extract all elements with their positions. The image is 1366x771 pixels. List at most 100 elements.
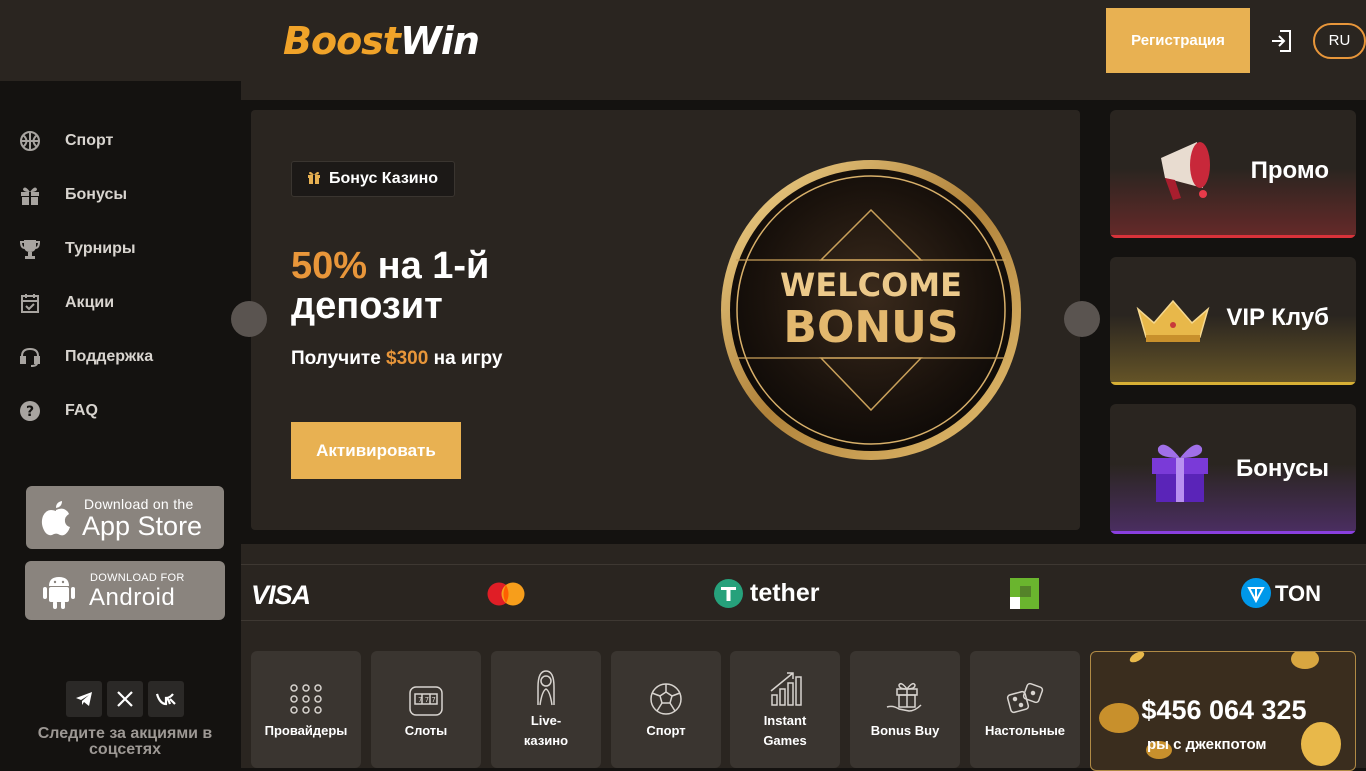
- jackpot-card[interactable]: $456 064 325 ры с джекпотом: [1090, 651, 1356, 771]
- register-button[interactable]: Регистрация: [1106, 8, 1250, 73]
- telegram-icon[interactable]: [66, 681, 102, 717]
- category-label: Настольные: [984, 723, 1066, 738]
- category-label: Instant Games: [730, 711, 840, 751]
- category-slots[interactable]: 7 7 7 Слоты: [371, 651, 481, 768]
- calendar-check-icon: [19, 292, 41, 314]
- android-small-text: DOWNLOAD FOR: [90, 572, 185, 584]
- category-instant-games[interactable]: Instant Games: [730, 651, 840, 768]
- gift-icon: [19, 184, 41, 206]
- logo[interactable]: BoostWin: [283, 18, 480, 64]
- apple-icon: [40, 500, 72, 541]
- android-big-text: Android: [89, 584, 176, 611]
- divider: [241, 564, 1366, 565]
- category-label-line2: казино: [523, 733, 569, 748]
- svg-text:7 7 7: 7 7 7: [418, 696, 436, 704]
- sidebar-item-bonuses[interactable]: Бонусы: [0, 175, 241, 215]
- card-accent-line: [1110, 382, 1356, 385]
- logo-win: Win: [399, 19, 480, 63]
- sidebar-item-faq[interactable]: ? FAQ: [0, 391, 241, 431]
- bonuses-card[interactable]: Бонусы: [1110, 404, 1356, 534]
- carousel-next-button[interactable]: [1064, 301, 1100, 337]
- category-label: Слоты: [404, 723, 448, 738]
- promo-card[interactable]: Промо: [1110, 110, 1356, 238]
- sidebar-item-label: FAQ: [65, 402, 98, 419]
- banner-title: 50% на 1-й депозит: [291, 246, 611, 326]
- card-accent-line: [1110, 531, 1356, 534]
- sidebar-item-label: Турниры: [65, 240, 136, 257]
- vk-icon[interactable]: [148, 681, 184, 717]
- banner-title-highlight: 50%: [291, 245, 368, 287]
- jackpot-amount: $456 064 325: [1141, 695, 1307, 725]
- category-table-games[interactable]: Настольные: [970, 651, 1080, 768]
- svg-text:BONUS: BONUS: [783, 302, 958, 353]
- category-sport[interactable]: Спорт: [611, 651, 721, 768]
- card-accent-line: [1110, 235, 1356, 238]
- crown-icon: [1136, 299, 1210, 348]
- basketball-icon: [19, 130, 41, 152]
- android-icon: [43, 573, 75, 614]
- sidebar-item-support[interactable]: Поддержка: [0, 337, 241, 377]
- category-label-line1: Live-: [530, 713, 562, 728]
- language-selector[interactable]: RU: [1313, 23, 1366, 59]
- slot-machine-icon: 7 7 7: [406, 681, 446, 721]
- top-strip: [241, 81, 1366, 100]
- gift-box-icon: [1146, 434, 1214, 509]
- header: BoostWin Регистрация RU: [0, 0, 1366, 81]
- tether-label: tether: [750, 579, 820, 607]
- svg-text:WELCOME: WELCOME: [780, 266, 962, 304]
- x-icon[interactable]: [107, 681, 143, 717]
- category-label: Live-казино: [491, 711, 601, 751]
- sidebar-item-label: Спорт: [65, 132, 114, 149]
- sidebar-item-promotions[interactable]: Акции: [0, 283, 241, 323]
- dice-icon: [1005, 681, 1045, 721]
- megaphone-icon: [1153, 138, 1223, 209]
- banner-sub-prefix: Получите: [291, 348, 387, 369]
- vip-card-label: VIP Клуб: [1226, 304, 1329, 331]
- sidebar: Спорт Бонусы Турниры Акции Поддержка ? F…: [0, 81, 241, 768]
- game-categories: Провайдеры 7 7 7 Слоты Live-казино Спорт…: [241, 621, 1366, 771]
- activate-button[interactable]: Активировать: [291, 422, 461, 479]
- payment-methods-bar: VISA tether TON: [241, 544, 1366, 621]
- carousel-prev-button[interactable]: [231, 301, 267, 337]
- ton-icon: [1241, 578, 1271, 613]
- category-label-line2: Games: [763, 733, 807, 748]
- category-label: Bonus Buy: [870, 723, 940, 738]
- category-label: Спорт: [646, 723, 686, 738]
- login-icon[interactable]: [1266, 25, 1298, 57]
- jackpot-label: ры с джекпотом: [1147, 736, 1267, 753]
- sidebar-item-label: Бонусы: [65, 186, 127, 203]
- mastercard-logo: [487, 582, 525, 611]
- tether-icon: [714, 579, 743, 613]
- gift-hand-icon: [885, 681, 925, 721]
- banner-sub-suffix: на игру: [428, 348, 503, 369]
- question-icon: ?: [19, 400, 41, 422]
- app-store-button[interactable]: Download on the App Store: [26, 486, 224, 549]
- banner-subtitle: Получите $300 на игру: [291, 348, 502, 370]
- sidebar-item-tournaments[interactable]: Турниры: [0, 229, 241, 269]
- banner-sub-amount: $300: [386, 348, 429, 369]
- gift-icon: [307, 170, 321, 189]
- follow-text: Следите за акциями в соцсетях: [37, 725, 213, 758]
- promo-card-label: Промо: [1250, 157, 1329, 184]
- category-bonus-buy[interactable]: Bonus Buy: [850, 651, 960, 768]
- sidebar-item-sport[interactable]: Спорт: [0, 121, 241, 161]
- bonuses-card-label: Бонусы: [1236, 455, 1329, 482]
- ton-label: TON: [1275, 581, 1322, 606]
- app-store-big-text: App Store: [82, 511, 203, 541]
- svg-text:?: ?: [26, 404, 34, 420]
- dealer-icon: [526, 669, 566, 709]
- category-providers[interactable]: Провайдеры: [251, 651, 361, 768]
- app-store-small-text: Download on the: [84, 496, 194, 512]
- visa-logo: VISA: [251, 580, 311, 610]
- privatbank-logo: [1010, 578, 1039, 614]
- chart-up-icon: [765, 671, 805, 711]
- headset-icon: [19, 346, 41, 368]
- welcome-bonus-coin-image: WELCOME BONUS: [706, 140, 1036, 480]
- android-button[interactable]: DOWNLOAD FOR Android: [25, 561, 225, 620]
- badge-label: Бонус Казино: [329, 170, 439, 187]
- vip-club-card[interactable]: VIP Клуб: [1110, 257, 1356, 385]
- category-label: Провайдеры: [264, 723, 348, 738]
- category-live-casino[interactable]: Live-казино: [491, 651, 601, 768]
- dots-grid-icon: [286, 683, 326, 723]
- casino-bonus-badge: Бонус Казино: [291, 161, 455, 197]
